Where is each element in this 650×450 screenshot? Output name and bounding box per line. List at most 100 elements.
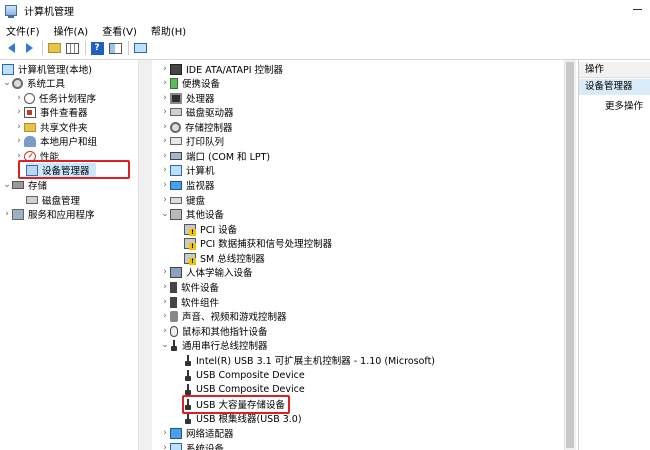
device-label: 人体学输入设备	[186, 268, 253, 279]
warning-device-icon	[184, 252, 196, 265]
device-category[interactable]: › 声音、视频和游戏控制器	[160, 309, 287, 323]
device-category[interactable]: › IDE ATA/ATAPI 控制器	[160, 62, 283, 76]
chevron-right-icon[interactable]: ›	[160, 193, 170, 207]
device-category[interactable]: › 处理器	[160, 91, 215, 105]
chevron-down-icon[interactable]: ⌄	[2, 178, 12, 192]
device-category[interactable]: › 系统设备	[160, 441, 224, 450]
device-label: 存储控制器	[185, 123, 233, 134]
forward-arrow-icon	[25, 43, 33, 53]
usb-icon	[184, 412, 192, 424]
minimize-button[interactable]	[633, 9, 642, 10]
device-category[interactable]: › 软件组件	[160, 295, 219, 309]
chevron-right-icon[interactable]: ›	[160, 324, 170, 338]
tree-label: 存储	[28, 181, 48, 192]
chevron-right-icon[interactable]: ›	[14, 120, 24, 134]
menu-bar: 文件(F) 操作(A) 查看(V) 帮助(H)	[0, 21, 650, 39]
forward-button[interactable]	[21, 40, 37, 56]
tree-item-storage[interactable]: ⌄ 存储	[2, 178, 47, 192]
back-button[interactable]	[3, 40, 19, 56]
chevron-right-icon[interactable]: ›	[160, 280, 170, 294]
device-label: IDE ATA/ATAPI 控制器	[186, 65, 284, 76]
device-category[interactable]: › 人体学输入设备	[160, 265, 253, 279]
tree-item-event-viewer[interactable]: › 事件查看器	[14, 105, 88, 119]
device-label: USB Composite Device	[196, 383, 305, 395]
help-button[interactable]: ?	[89, 40, 105, 56]
tree-label: 服务和应用程序	[28, 210, 95, 221]
tree-label: 本地用户和组	[40, 137, 98, 148]
action-pane-button[interactable]	[107, 40, 123, 56]
tree-item-system-tools[interactable]: ⌄ 系统工具	[2, 76, 65, 90]
chevron-right-icon[interactable]: ›	[160, 265, 170, 279]
chevron-down-icon[interactable]: ⌄	[160, 338, 170, 352]
show-tree-button[interactable]	[64, 40, 80, 56]
tree-item-computer-management[interactable]: 计算机管理(本地)	[2, 62, 92, 76]
chevron-right-icon[interactable]: ›	[2, 207, 12, 221]
device-label: Intel(R) USB 3.1 可扩展主机控制器 - 1.10 (Micros…	[196, 356, 435, 367]
device-category[interactable]: › 打印队列	[160, 134, 224, 148]
chevron-right-icon[interactable]: ›	[160, 163, 170, 177]
chevron-right-icon[interactable]: ›	[160, 426, 170, 440]
chevron-right-icon[interactable]: ›	[14, 105, 24, 119]
device-item[interactable]: USB Composite Device	[184, 368, 305, 382]
device-category[interactable]: › 磁盘驱动器	[160, 105, 233, 119]
device-category[interactable]: › 存储控制器	[160, 120, 233, 134]
device-category-expanded[interactable]: ⌄ 通用串行总线控制器	[160, 338, 268, 352]
more-actions-link[interactable]: 更多操作	[605, 98, 643, 112]
other-devices-icon	[170, 208, 182, 220]
menu-help[interactable]: 帮助(H)	[145, 23, 192, 38]
actions-section-device-manager[interactable]: 设备管理器	[579, 79, 650, 95]
chevron-right-icon[interactable]: ›	[14, 91, 24, 105]
chevron-right-icon[interactable]: ›	[160, 134, 170, 148]
device-item[interactable]: PCI 设备	[184, 222, 237, 236]
network-adapter-icon	[170, 427, 182, 439]
device-category[interactable]: › 端口 (COM 和 LPT)	[160, 149, 270, 163]
device-category[interactable]: › 软件设备	[160, 280, 219, 294]
clock-icon	[24, 92, 35, 104]
chevron-right-icon[interactable]: ›	[160, 120, 170, 134]
left-scrollbar[interactable]	[138, 60, 152, 450]
device-category-expanded[interactable]: ⌄ 其他设备	[160, 207, 224, 221]
chevron-right-icon[interactable]: ›	[160, 309, 170, 323]
scan-hardware-button[interactable]	[132, 40, 148, 56]
device-category[interactable]: › 鼠标和其他指针设备	[160, 324, 268, 338]
tree-item-shared-folders[interactable]: › 共享文件夹	[14, 120, 87, 134]
device-category[interactable]: › 便携设备	[160, 76, 220, 90]
chevron-right-icon[interactable]: ›	[14, 134, 24, 148]
chevron-right-icon[interactable]: ›	[160, 295, 170, 309]
device-category[interactable]: › 计算机	[160, 163, 215, 177]
tree-label: 任务计划程序	[39, 94, 97, 105]
device-category[interactable]: › 键盘	[160, 193, 205, 207]
device-item[interactable]: Intel(R) USB 3.1 可扩展主机控制器 - 1.10 (Micros…	[184, 353, 435, 367]
chevron-right-icon[interactable]: ›	[160, 105, 170, 119]
device-label: PCI 设备	[200, 225, 238, 236]
tree-item-task-scheduler[interactable]: › 任务计划程序	[14, 91, 96, 105]
chevron-down-icon[interactable]: ⌄	[160, 207, 170, 221]
chevron-right-icon[interactable]: ›	[160, 91, 170, 105]
chevron-down-icon[interactable]: ⌄	[2, 76, 12, 90]
device-item[interactable]: USB Composite Device	[184, 382, 305, 396]
device-label: USB Composite Device	[196, 369, 305, 381]
chevron-right-icon[interactable]: ›	[160, 76, 170, 90]
chevron-right-icon[interactable]: ›	[160, 178, 170, 192]
menu-action[interactable]: 操作(A)	[48, 23, 95, 38]
device-category[interactable]: › 网络适配器	[160, 426, 234, 440]
device-category[interactable]: › 监视器	[160, 178, 214, 192]
menu-file[interactable]: 文件(F)	[0, 23, 46, 38]
device-label: 鼠标和其他指针设备	[182, 327, 268, 338]
tree-item-services-apps[interactable]: › 服务和应用程序	[2, 207, 95, 221]
device-label: 声音、视频和游戏控制器	[182, 312, 287, 323]
chevron-right-icon[interactable]: ›	[160, 441, 170, 450]
chevron-right-icon[interactable]: ›	[160, 62, 170, 76]
device-item[interactable]: SM 总线控制器	[184, 251, 265, 265]
help-icon: ?	[90, 41, 104, 55]
up-folder-button[interactable]	[46, 40, 62, 56]
tree-item-disk-management[interactable]: 磁盘管理	[26, 193, 80, 207]
portable-device-icon	[170, 77, 178, 89]
center-scrollbar-thumb[interactable]	[566, 62, 574, 448]
menu-view[interactable]: 查看(V)	[96, 23, 143, 38]
keyboard-icon	[170, 196, 182, 204]
chevron-right-icon[interactable]: ›	[160, 149, 170, 163]
tree-item-local-users[interactable]: › 本地用户和组	[14, 134, 97, 148]
port-icon	[170, 152, 182, 160]
device-item[interactable]: PCI 数据捕获和信号处理控制器	[184, 236, 332, 250]
